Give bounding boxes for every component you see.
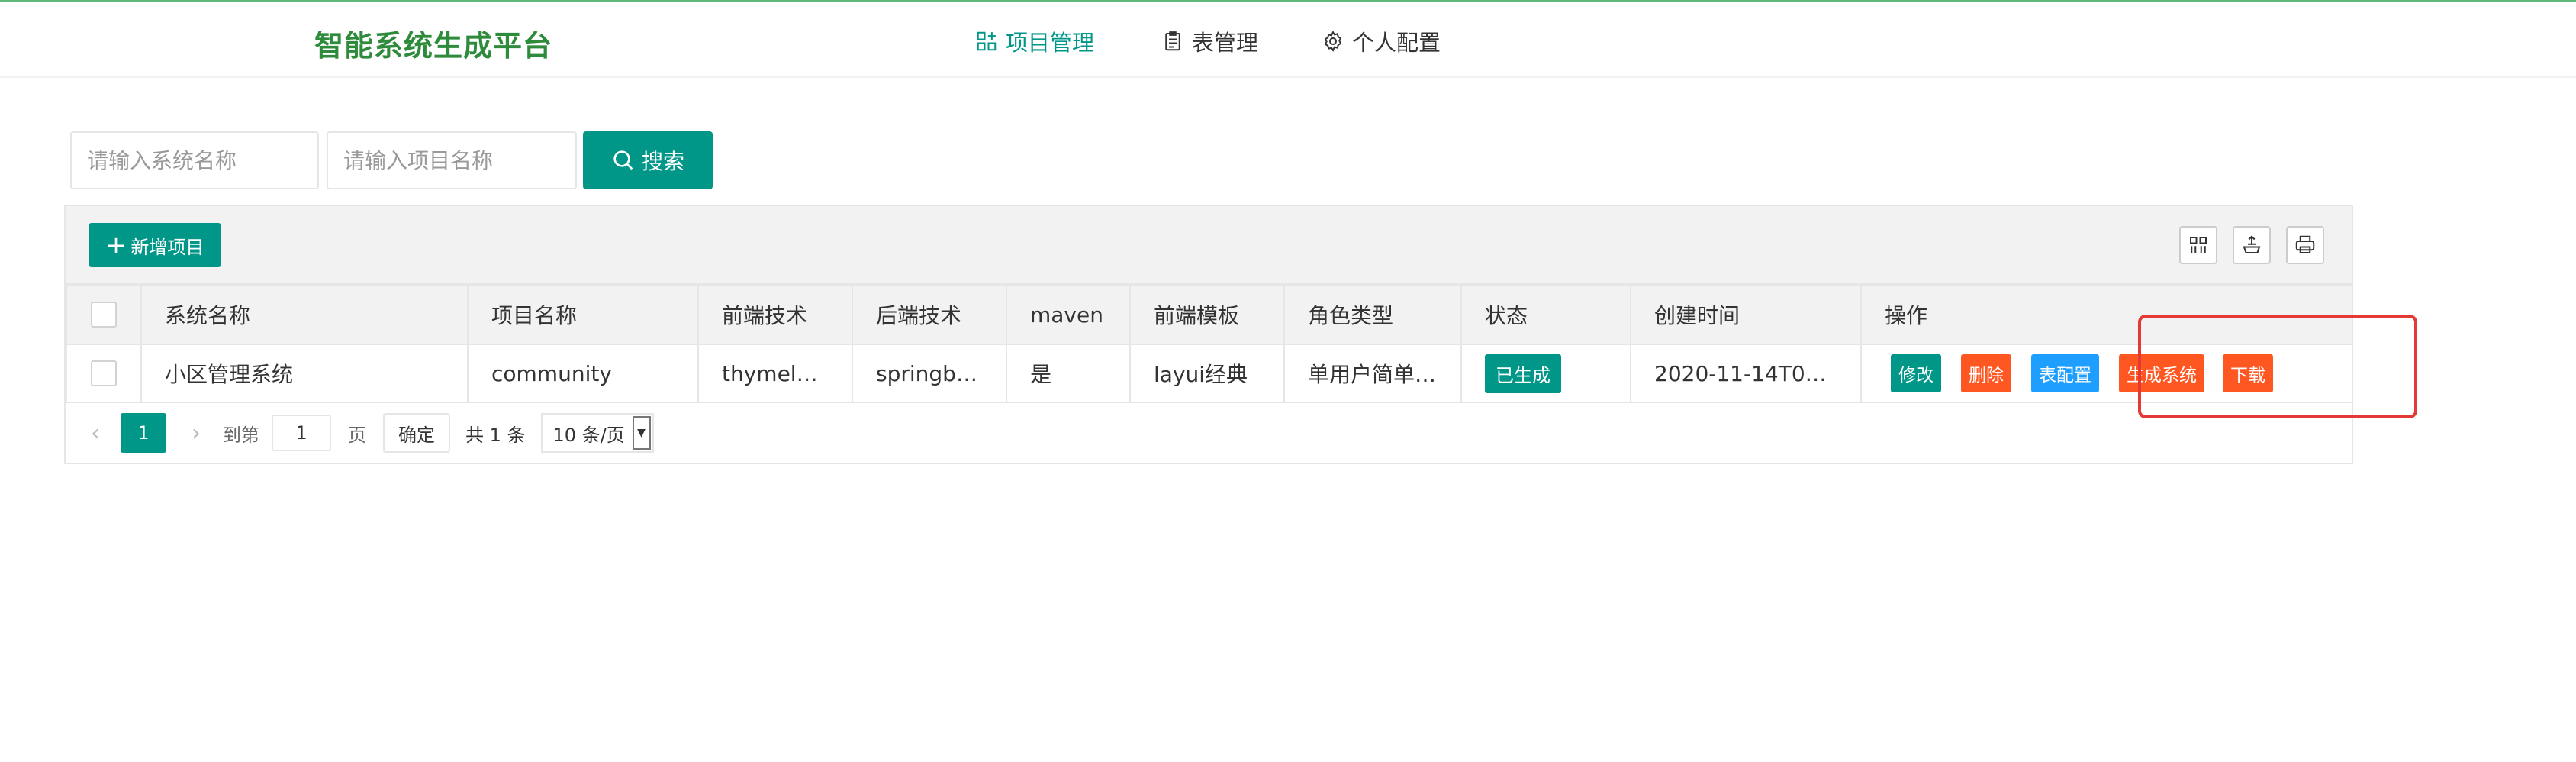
column-header[interactable]: 后端技术: [852, 284, 1007, 345]
generate-system-button[interactable]: 生成系统: [2119, 354, 2204, 392]
project-name-cell: community: [467, 344, 699, 403]
system-name-search-input[interactable]: [70, 131, 319, 189]
brand-title: 智能系统生成平台: [314, 29, 553, 63]
current-page[interactable]: 1: [121, 413, 166, 453]
print-icon: [2295, 235, 2315, 253]
project-name-search-input[interactable]: [327, 131, 577, 189]
column-header[interactable]: 前端模板: [1129, 284, 1285, 345]
template-cell: layui经典: [1129, 344, 1285, 403]
search-icon: [613, 150, 633, 170]
page-size-value: 10 条/页: [552, 424, 625, 446]
table-header-row: 系统名称 项目名称 前端技术 后端技术 maven 前端模板 角色类型 状态 创…: [66, 284, 2353, 345]
row-select-cell: [66, 344, 142, 403]
grid-plus-icon: [977, 31, 997, 51]
columns-filter-icon: [2190, 237, 2207, 253]
columns-filter-button[interactable]: [2179, 226, 2217, 264]
column-header[interactable]: 前端技术: [697, 284, 853, 345]
plus-icon: +: [105, 231, 127, 260]
column-header[interactable]: 状态: [1460, 284, 1631, 345]
download-button[interactable]: 下载: [2223, 354, 2273, 392]
project-table-panel: + 新增项目 系统名称 项目名称 前端技术 后端技术 maven 前端模板 角色…: [64, 205, 2353, 464]
total-count: 共 1 条: [465, 424, 526, 446]
page-size-select[interactable]: 10 条/页 ▼: [540, 413, 654, 453]
column-header[interactable]: 项目名称: [467, 284, 699, 345]
frontend-tech-cell: thymeleaf: [697, 344, 853, 403]
table-config-button[interactable]: 表配置: [2031, 354, 2099, 392]
project-table: 系统名称 项目名称 前端技术 后端技术 maven 前端模板 角色类型 状态 创…: [66, 284, 2353, 403]
column-header[interactable]: 角色类型: [1283, 284, 1462, 345]
maven-cell: 是: [1006, 344, 1131, 403]
status-badge: 已生成: [1485, 354, 1561, 393]
goto-confirm-button[interactable]: 确定: [383, 413, 450, 453]
role-type-cell: 单用户简单权限: [1283, 344, 1462, 403]
nav-label: 表管理: [1192, 30, 1259, 56]
delete-button[interactable]: 删除: [1961, 354, 2011, 392]
nav-label: 项目管理: [1006, 30, 1095, 56]
clipboard-icon: [1165, 31, 1180, 51]
nav-item-project-management[interactable]: 项目管理: [975, 25, 1094, 57]
goto-prefix-label: 到第: [223, 424, 259, 446]
add-project-button[interactable]: + 新增项目: [89, 223, 221, 267]
prev-page-icon[interactable]: ‹: [84, 420, 107, 447]
nav-label: 个人配置: [1352, 30, 1441, 56]
top-navbar: 智能系统生成平台 项目管理 表管理 个人配置: [0, 0, 2576, 78]
row-checkbox[interactable]: [91, 360, 117, 386]
system-name-cell: 小区管理系统: [140, 344, 469, 403]
gear-icon: [1324, 31, 1342, 52]
search-button[interactable]: 搜索: [583, 131, 713, 189]
add-project-label: 新增项目: [130, 236, 204, 258]
export-icon: [2243, 235, 2261, 253]
nav-item-table-management[interactable]: 表管理: [1161, 25, 1258, 57]
column-header[interactable]: 系统名称: [140, 284, 469, 345]
column-header: 操作: [1860, 284, 2353, 345]
column-header[interactable]: maven: [1006, 284, 1131, 345]
chevron-down-icon: ▼: [632, 416, 651, 450]
nav-item-personal-settings[interactable]: 个人配置: [1322, 25, 1441, 57]
goto-page-input[interactable]: [272, 415, 331, 451]
status-cell: 已生成: [1460, 344, 1631, 403]
export-button[interactable]: [2233, 226, 2271, 264]
table-toolbar: + 新增项目: [66, 206, 2352, 284]
pagination: ‹ 1 › 到第 页 确定 共 1 条 10 条/页 ▼: [66, 403, 2352, 463]
created-time-cell: 2020-11-14T08:…: [1630, 344, 1862, 403]
next-page-icon[interactable]: ›: [185, 420, 208, 447]
page-suffix-label: 页: [348, 424, 366, 446]
edit-button[interactable]: 修改: [1891, 354, 1941, 392]
search-button-label: 搜索: [641, 149, 684, 174]
table-row: 小区管理系统 community thymeleaf springboot 是 …: [66, 344, 2353, 403]
print-button[interactable]: [2286, 226, 2324, 264]
column-header[interactable]: 创建时间: [1630, 284, 1862, 345]
select-all-cell: [66, 284, 142, 345]
backend-tech-cell: springboot: [852, 344, 1007, 403]
select-all-checkbox[interactable]: [91, 302, 117, 328]
actions-cell: 修改 删除 表配置 生成系统 下载: [1860, 344, 2353, 403]
